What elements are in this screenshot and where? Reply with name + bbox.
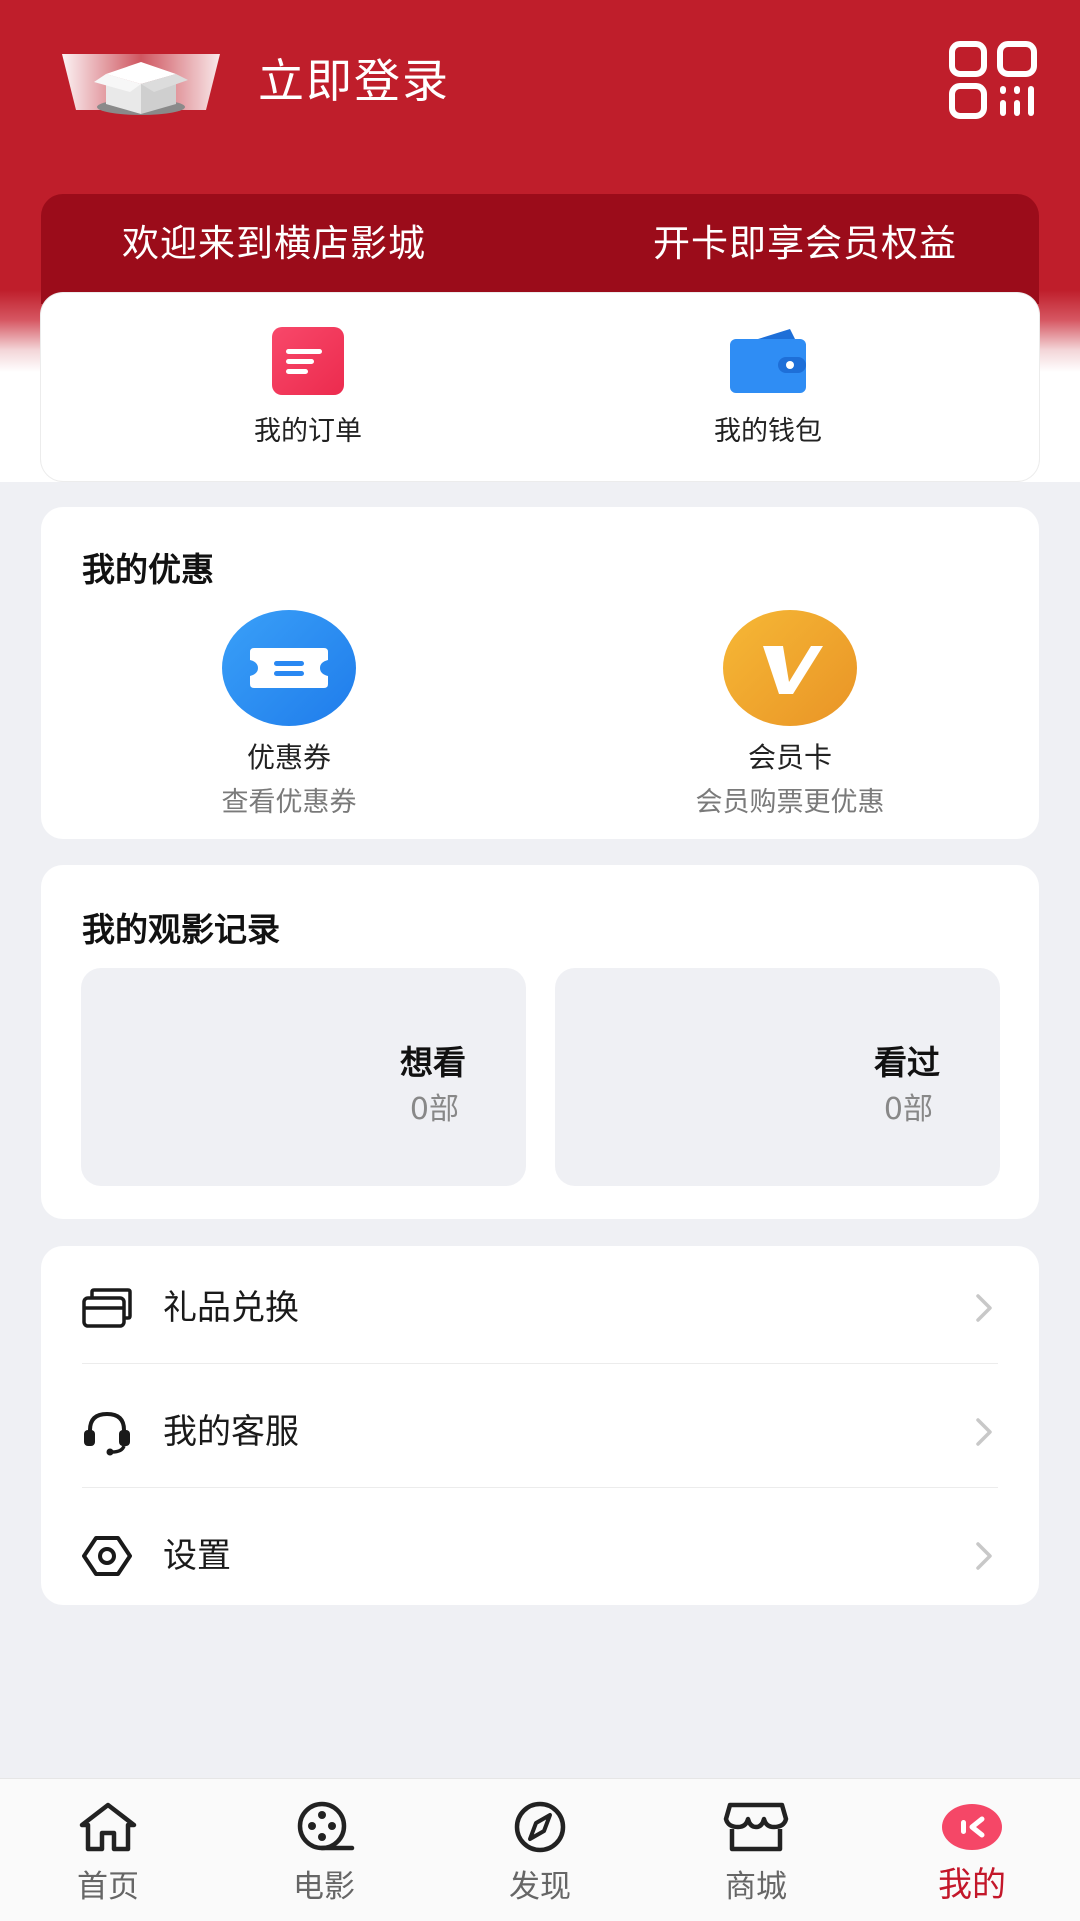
tab-discover[interactable]: 发现 <box>480 1799 600 1906</box>
member-card-button[interactable]: 会员卡 会员购票更优惠 <box>630 610 950 819</box>
customer-service-label: 我的客服 <box>163 1412 299 1452</box>
tab-home[interactable]: 首页 <box>48 1799 168 1906</box>
login-button[interactable]: 立即登录 <box>258 48 450 114</box>
order-list-icon <box>272 327 344 395</box>
menu-divider <box>82 1363 998 1364</box>
welcome-text: 欢迎来到横店影城 <box>122 222 426 265</box>
want-to-watch-count: 0部 <box>409 1092 459 1127</box>
coupon-badge <box>222 610 356 726</box>
storefront-icon <box>723 1802 789 1852</box>
gift-exchange-row[interactable]: 礼品兑换 <box>41 1246 1039 1370</box>
tab-home-label: 首页 <box>77 1869 139 1905</box>
settings-row[interactable]: 设置 <box>41 1494 1039 1618</box>
welcome-banner[interactable]: 欢迎来到横店影城 开卡即享会员权益 <box>41 194 1039 304</box>
gift-exchange-label: 礼品兑换 <box>163 1288 299 1328</box>
menu-list-card: 礼品兑换 我的客服 设置 <box>41 1246 1039 1605</box>
tab-mine[interactable]: 我的 <box>912 1799 1032 1906</box>
coupon-subtitle: 查看优惠券 <box>221 787 357 818</box>
menu-divider <box>82 1487 998 1488</box>
chevron-right-icon <box>976 1542 992 1570</box>
tab-mall-label: 商城 <box>725 1869 787 1905</box>
home-icon <box>79 1802 137 1852</box>
hexagon-gear-icon <box>82 1536 132 1576</box>
v-badge-icon <box>763 646 823 694</box>
chevron-right-icon <box>976 1418 992 1446</box>
qr-scan-icon[interactable] <box>948 40 1040 120</box>
headset-icon <box>84 1411 130 1456</box>
tab-movie[interactable]: 电影 <box>264 1799 384 1906</box>
coupon-button[interactable]: 优惠券 查看优惠券 <box>129 610 449 819</box>
watched-title: 看过 <box>874 1043 940 1082</box>
settings-label: 设置 <box>163 1536 231 1576</box>
member-card-label: 会员卡 <box>747 741 832 774</box>
tab-mine-label: 我的 <box>938 1865 1006 1905</box>
wallet-icon <box>730 329 806 393</box>
my-wallet-label: 我的钱包 <box>714 416 822 447</box>
chevron-right-icon <box>976 1294 992 1322</box>
my-orders-label: 我的订单 <box>254 416 362 447</box>
want-to-watch-title: 想看 <box>400 1043 466 1082</box>
records-title: 我的观影记录 <box>82 910 280 949</box>
my-orders-button[interactable]: 我的订单 <box>208 327 408 448</box>
bottom-tab-bar: 首页 电影 发现 商城 我的 <box>0 1778 1080 1921</box>
member-badge <box>723 610 857 726</box>
membership-promo-text[interactable]: 开卡即享会员权益 <box>653 222 957 266</box>
want-to-watch-box[interactable]: 想看 0部 <box>81 968 526 1186</box>
tab-mall[interactable]: 商城 <box>696 1799 816 1906</box>
film-reel-icon <box>297 1801 355 1851</box>
viewing-records-card: 我的观影记录 想看 0部 看过 0部 <box>41 865 1039 1219</box>
compass-icon <box>514 1801 566 1853</box>
mine-icon <box>942 1804 1002 1850</box>
my-wallet-button[interactable]: 我的钱包 <box>668 327 868 448</box>
promotions-title: 我的优惠 <box>82 550 214 589</box>
quick-actions-card: 我的订单 我的钱包 <box>41 293 1039 481</box>
watched-box[interactable]: 看过 0部 <box>555 968 1000 1186</box>
gift-box-icon[interactable] <box>60 52 222 118</box>
customer-service-row[interactable]: 我的客服 <box>41 1370 1039 1494</box>
tab-movie-label: 电影 <box>293 1869 355 1905</box>
my-promotions-card: 我的优惠 优惠券 查看优惠券 会员卡 会员购票更优惠 <box>41 507 1039 839</box>
watched-count: 0部 <box>883 1092 933 1127</box>
coupon-label: 优惠券 <box>246 741 331 774</box>
tab-discover-label: 发现 <box>509 1869 571 1905</box>
ticket-icon <box>250 648 328 688</box>
member-card-subtitle: 会员购票更优惠 <box>695 787 885 818</box>
card-icon <box>82 1288 132 1328</box>
